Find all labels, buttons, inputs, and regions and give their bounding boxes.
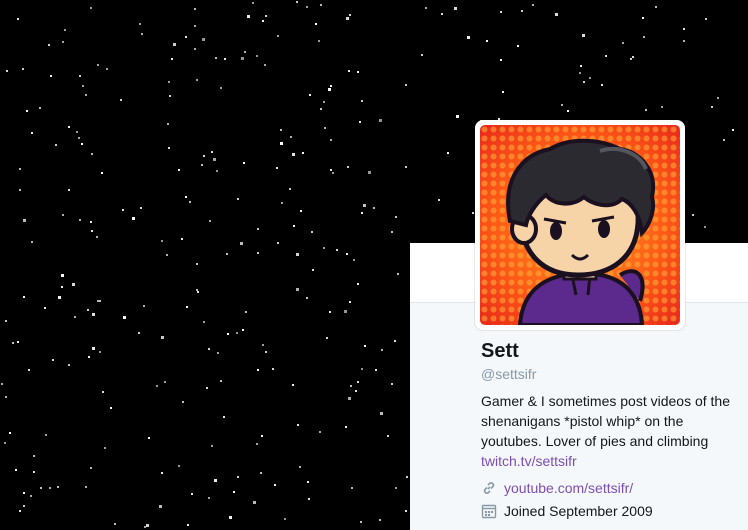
profile-website-row: youtube.com/settsifr/ <box>481 480 633 496</box>
profile-website-link[interactable]: youtube.com/settsifr/ <box>504 480 633 496</box>
profile-joined-row: Joined September 2009 <box>481 503 653 519</box>
calendar-icon <box>481 504 497 519</box>
link-icon <box>483 482 495 494</box>
bio-text: Gamer & I sometimes post videos of the s… <box>481 393 730 449</box>
profile-joined-date: Joined September 2009 <box>504 503 653 519</box>
profile-avatar[interactable] <box>475 120 685 330</box>
profile-display-name[interactable]: Sett <box>481 340 519 363</box>
avatar-cartoon-icon <box>480 125 680 325</box>
profile-screen-name[interactable]: @settsifr <box>481 366 536 382</box>
profile-bio: Gamer & I sometimes post videos of the s… <box>481 391 743 471</box>
bio-twitch-link[interactable]: twitch.tv/settsifr <box>481 451 743 471</box>
